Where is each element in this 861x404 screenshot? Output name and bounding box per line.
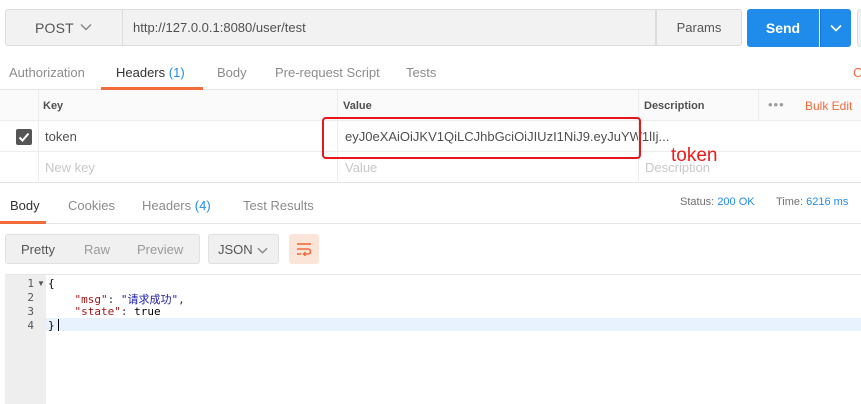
checkmark-icon: [18, 132, 30, 142]
wrap-lines-button[interactable]: [289, 234, 319, 264]
wrap-lines-icon: [297, 243, 312, 256]
tab-response-body[interactable]: Body: [10, 198, 40, 213]
row-enabled-checkbox[interactable]: [16, 129, 32, 145]
tab-test-results[interactable]: Test Results: [243, 198, 314, 213]
status-readout: Status: 200 OK: [680, 196, 755, 208]
status-label: Status:: [680, 196, 715, 208]
format-select[interactable]: JSON: [208, 234, 279, 264]
view-mode-toggle: Pretty Raw Preview: [5, 234, 200, 264]
brace-open: {: [48, 277, 55, 290]
text-cursor: [58, 319, 59, 331]
tab-response-cookies[interactable]: Cookies: [68, 198, 115, 213]
highlight-box: [322, 117, 641, 159]
brace-close: }: [48, 319, 55, 332]
tab-body[interactable]: Body: [217, 65, 247, 80]
column-header-value: Value: [343, 100, 372, 112]
tab-headers-count: (1): [168, 65, 185, 80]
save-button[interactable]: [857, 9, 861, 47]
cookies-link[interactable]: C: [853, 65, 861, 80]
header-key-cell[interactable]: token: [45, 129, 77, 144]
tab-authorization[interactable]: Authorization: [9, 65, 85, 80]
active-line-highlight: [46, 318, 861, 331]
time-value[interactable]: 6216 ms: [806, 196, 848, 208]
pretty-button[interactable]: Pretty: [21, 242, 55, 257]
tab-response-headers-count: (4): [194, 198, 211, 213]
code-line: }: [48, 319, 55, 332]
time-readout: Time: 6216 ms: [776, 196, 848, 208]
response-toolbar: Pretty Raw Preview JSON: [0, 224, 861, 274]
response-tabs: Body Cookies Headers (4) Test Results St…: [0, 184, 861, 224]
send-dropdown-button[interactable]: [820, 9, 851, 47]
column-divider: [758, 90, 759, 121]
annotation-label: token: [671, 145, 718, 166]
request-bar: POST http://127.0.0.1:8080/user/test Par…: [5, 8, 861, 48]
chevron-down-icon: [257, 247, 268, 254]
send-button[interactable]: Send: [747, 9, 819, 47]
tab-response-headers-label: Headers: [142, 198, 192, 213]
tab-pre-request-script[interactable]: Pre-request Script: [275, 65, 380, 80]
tab-response-headers[interactable]: Headers (4): [142, 198, 211, 213]
column-divider: [38, 90, 39, 183]
column-header-key: Key: [43, 100, 64, 112]
bulk-edit-link[interactable]: Bulk Edit: [805, 99, 852, 113]
code-line: {: [48, 277, 55, 290]
line-number: 3: [27, 305, 34, 318]
url-text: http://127.0.0.1:8080/user/test: [133, 20, 306, 35]
status-value[interactable]: 200 OK: [717, 196, 754, 208]
code-line: "state": true: [74, 305, 161, 318]
request-tabs: Authorization Headers (1) Body Pre-reque…: [0, 56, 861, 90]
line-number: 4: [27, 319, 34, 332]
tab-headers-label: Headers: [116, 65, 166, 80]
new-value-input[interactable]: Value: [345, 160, 377, 175]
method-select[interactable]: POST: [5, 9, 123, 46]
json-key: "state": [74, 305, 121, 318]
chevron-down-icon: [80, 23, 92, 31]
column-header-description: Description: [644, 100, 705, 112]
tab-headers[interactable]: Headers (1): [116, 65, 185, 80]
url-input[interactable]: http://127.0.0.1:8080/user/test: [123, 9, 656, 46]
method-label: POST: [35, 19, 74, 36]
raw-button[interactable]: Raw: [84, 242, 110, 257]
line-number: 2: [27, 291, 34, 304]
format-label: JSON: [218, 242, 253, 257]
fold-arrow-icon[interactable]: ▼: [37, 279, 45, 288]
chevron-down-icon: [830, 24, 842, 32]
tab-tests[interactable]: Tests: [406, 65, 436, 80]
line-number: 1: [27, 277, 34, 290]
time-label: Time:: [776, 196, 804, 208]
params-button[interactable]: Params: [656, 9, 742, 46]
more-options-icon[interactable]: •••: [768, 97, 785, 112]
new-key-input[interactable]: New key: [45, 160, 95, 175]
preview-button[interactable]: Preview: [137, 242, 183, 257]
response-body-editor[interactable]: 1 ▼ 2 3 4 { "msg": "请求成功", "state": true…: [5, 274, 861, 404]
json-boolean: true: [134, 305, 161, 318]
